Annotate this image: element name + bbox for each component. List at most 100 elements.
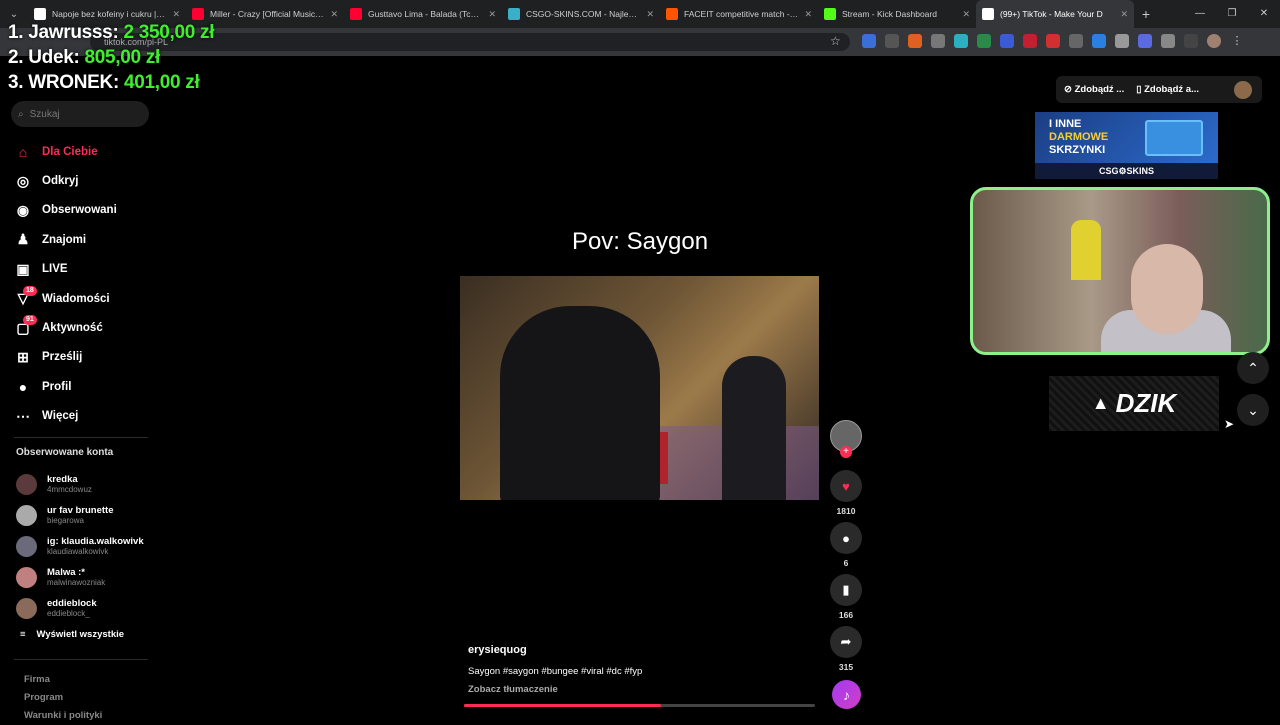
video-player[interactable] [460,276,819,500]
tab-close-icon[interactable]: ✕ [646,9,654,20]
like-button[interactable]: ♥ [830,470,862,502]
followed-account-item[interactable]: ig: klaudia.walkowivk klaudiawalkowivk [16,531,144,562]
account-handle: biegarowa [47,516,84,525]
ad-text: I INNE DARMOWE SKRZYNKI [1049,118,1109,156]
tab-close-icon[interactable]: ✕ [804,9,812,20]
see-all-button[interactable]: ≡ Wyświetl wszystkie [20,629,124,640]
video-frame-detail [500,306,660,500]
extension-icon[interactable] [862,34,876,48]
browser-tab[interactable]: Stream - Kick Dashboard ✕ [818,0,976,28]
share-icon: ➦ [840,634,852,649]
sidebar-item-label: Obserwowani [42,204,117,217]
sidebar-item-activity[interactable]: ▢ Aktywność 91 [14,313,117,342]
tab-close-icon[interactable]: ✕ [1120,9,1128,20]
extension-icon[interactable] [908,34,922,48]
browser-profile-avatar[interactable] [1207,34,1221,48]
tab-close-icon[interactable]: ✕ [172,9,180,20]
video-progress-bar[interactable] [464,704,815,707]
followed-account-item[interactable]: ur fav brunette biegarowa [16,500,144,531]
sidebar-item-profile[interactable]: ● Profil [14,372,117,401]
avatar [16,598,37,619]
ad-brand: CSG⚙SKINS [1035,163,1218,179]
extension-icon[interactable] [1092,34,1106,48]
maximize-icon[interactable]: ❐ [1216,0,1248,28]
following-icon: ◉ [16,201,30,218]
account-text: Malwa :* malwinawozniak [47,567,105,588]
sidebar-item-home[interactable]: ⌂ Dla Ciebie [14,137,117,166]
next-video-button[interactable]: ⌄ [1237,394,1269,426]
live-icon: ▣ [16,260,30,277]
list-icon: ≡ [20,629,26,640]
profile-icon: ● [18,378,28,395]
account-text: eddieblock eddieblock_ [47,598,97,619]
get-coins-button[interactable]: ⊘ Zdobądź ... [1064,84,1124,95]
sidebar-item-friends[interactable]: ♟ Znajomi [14,225,117,254]
tab-label: Napoje bez kofeiny i cukru | Wi [52,9,167,19]
extension-icon[interactable] [1023,34,1037,48]
tab-favicon-icon [982,8,994,20]
video-author[interactable]: erysiequog [468,644,527,656]
account-handle: 4mmcdowuz [47,485,92,494]
followed-account-item[interactable]: kredka 4mmcdowuz [16,469,144,500]
user-avatar[interactable] [1234,80,1252,99]
tab-favicon-icon [34,8,46,20]
tab-close-icon[interactable]: ✕ [488,9,496,20]
tab-favicon-icon [666,8,678,20]
browser-tab[interactable]: (99+) TikTok - Make Your D ✕ [976,0,1134,28]
sidebar-item-upload[interactable]: ⊞ Prześlij [14,343,117,372]
sidebar-item-more[interactable]: ⋯ Więcej [14,402,117,431]
browser-tab[interactable]: Gusttavo Lima - Balada (Tchê Tc ✕ [344,0,502,28]
sidebar-item-compass[interactable]: ◎ Odkryj [14,166,117,195]
extension-icon[interactable] [977,34,991,48]
follow-plus-icon[interactable]: + [840,446,852,458]
browser-menu-icon[interactable]: ⋮ [1230,34,1244,48]
see-translation-link[interactable]: Zobacz tłumaczenie [468,684,558,695]
bookmark-star-icon[interactable]: ☆ [830,34,841,48]
puzzle-icon[interactable] [1161,34,1175,48]
share-button[interactable]: ➦ [830,626,862,658]
donation-leaderboard: 1. Jawrusss: 2 350,00 zł 2. Udek: 805,00… [8,20,214,95]
extension-icon[interactable] [1046,34,1060,48]
tab-close-icon[interactable]: ✕ [330,9,338,20]
tab-favicon-icon [192,8,204,20]
minimize-icon[interactable]: — [1184,0,1216,28]
new-tab-button[interactable]: + [1134,6,1158,22]
previous-video-button[interactable]: ⌃ [1237,352,1269,384]
followed-account-item[interactable]: eddieblock eddieblock_ [16,593,144,624]
comment-button[interactable]: ● [830,522,862,554]
followed-accounts-list: kredka 4mmcdowuz ur fav brunette biegarowa i… [16,469,144,624]
extension-icon[interactable] [1069,34,1083,48]
get-app-button[interactable]: ▯ Zdobądź a... [1136,84,1199,95]
sidebar-item-following[interactable]: ◉ Obserwowani [14,196,117,225]
extension-icon[interactable] [954,34,968,48]
extension-icon[interactable] [1138,34,1152,48]
dzik-sponsor-logo: ▲ DZIK [1049,376,1219,431]
extension-icon[interactable] [885,34,899,48]
tab-favicon-icon [508,8,520,20]
search-input[interactable]: ⌕ Szukaj [11,101,149,127]
followed-account-item[interactable]: Malwa :* malwinawozniak [16,562,144,593]
compass-icon: ◎ [16,172,30,189]
footer-link[interactable]: Firma [24,671,102,689]
tab-close-icon[interactable]: ✕ [962,9,970,20]
music-disc-button[interactable]: ♪ [832,680,861,709]
sidebar-item-live[interactable]: ▣ LIVE [14,255,117,284]
extension-icon[interactable] [1000,34,1014,48]
sidebar-item-messages[interactable]: ▽ Wiadomości 18 [14,284,117,313]
browser-tab[interactable]: CSGO-SKINS.COM - Najlepsze ✕ [502,0,660,28]
footer-link[interactable]: Warunki i polityki [24,707,102,725]
tab-label: CSGO-SKINS.COM - Najlepsze [526,9,641,19]
like-count: 1810 [836,506,856,516]
sidebar-item-label: Prześlij [42,351,83,364]
save-button[interactable]: ▮ [830,574,862,606]
browser-tab[interactable]: FACEIT competitive match - FAC ✕ [660,0,818,28]
extension-icon[interactable] [1184,34,1198,48]
extension-icon[interactable] [1115,34,1129,48]
top-right-actions: ⊘ Zdobądź ... ▯ Zdobądź a... [1056,76,1262,103]
footer-link[interactable]: Program [24,689,102,707]
extension-icon[interactable] [931,34,945,48]
account-name: Malwa :* [47,567,86,578]
friends-icon: ♟ [16,231,30,248]
account-text: kredka 4mmcdowuz [47,474,92,495]
close-window-icon[interactable]: ✕ [1248,0,1280,28]
